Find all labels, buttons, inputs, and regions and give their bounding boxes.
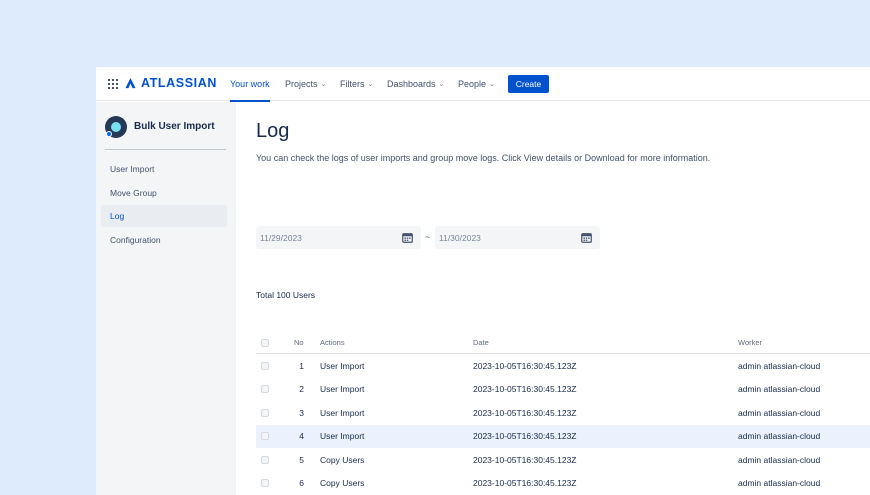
main-content: Log You can check the logs of user impor… xyxy=(256,102,870,495)
page-description: You can check the logs of user imports a… xyxy=(256,153,711,163)
row-action: User Import xyxy=(320,360,365,371)
row-no: 2 xyxy=(299,384,304,395)
chevron-down-icon: ⌄ xyxy=(489,81,495,88)
date-to-field[interactable]: 11/30/2023 xyxy=(435,226,600,249)
sidebar-item-label: Log xyxy=(110,211,125,221)
row-date: 2023-10-05T16:30:45.123Z xyxy=(473,454,577,465)
row-worker: admin atlassian-cloud xyxy=(738,407,821,418)
sidebar-item-label: User Import xyxy=(110,164,155,174)
row-no: 1 xyxy=(299,360,304,371)
row-select-cell xyxy=(261,401,269,425)
chevron-down-icon: ⌄ xyxy=(320,81,327,88)
nav-people[interactable]: People ⌄ xyxy=(458,67,495,101)
row-select-cell xyxy=(261,378,269,402)
select-all-cell xyxy=(261,332,269,353)
nav-projects-label: Projects xyxy=(285,79,318,89)
log-table: No Actions Date Worker 1 User Import 2023-… xyxy=(256,332,870,495)
row-action: Copy Users xyxy=(320,478,365,489)
app-window: ATLASSIAN Your work Projects ⌄ Filters ⌄… xyxy=(96,67,870,495)
row-select-cell xyxy=(261,448,269,472)
app-switcher-icon[interactable] xyxy=(108,79,118,89)
sidebar-item-label: Move Group xyxy=(110,188,157,198)
nav-people-label: People xyxy=(458,79,487,89)
row-date: 2023-10-05T16:30:45.123Z xyxy=(473,407,577,418)
sidebar-app-name: Bulk User Import xyxy=(134,121,215,132)
table-row[interactable]: 3 User Import 2023-10-05T16:30:45.123Z admi… xyxy=(256,401,870,425)
select-all-checkbox[interactable] xyxy=(261,338,269,347)
table-row[interactable]: 2 User Import 2023-10-05T16:30:45.123Z admi… xyxy=(256,378,870,402)
table-row[interactable]: 1 User Import 2023-10-05T16:30:45.123Z admi… xyxy=(256,354,870,378)
header-date: Date xyxy=(473,338,489,347)
row-worker: admin atlassian-cloud xyxy=(738,360,821,371)
row-worker: admin atlassian-cloud xyxy=(738,384,821,395)
sidebar-divider xyxy=(105,149,226,150)
nav-projects[interactable]: Projects ⌄ xyxy=(285,67,326,101)
row-no: 4 xyxy=(299,431,304,442)
nav-your-work[interactable]: Your work xyxy=(230,67,270,102)
table-header: No Actions Date Worker xyxy=(256,332,870,354)
date-to-value: 11/30/2023 xyxy=(439,232,481,243)
calendar-icon[interactable] xyxy=(581,232,592,243)
header-worker: Worker xyxy=(738,338,763,347)
sidebar-item-user-import[interactable]: User Import xyxy=(101,158,227,180)
sidebar-item-configuration[interactable]: Configuration xyxy=(101,229,227,251)
nav-your-work-label: Your work xyxy=(230,79,270,89)
row-action: User Import xyxy=(320,384,365,395)
nav-dashboards-label: Dashboards xyxy=(387,79,436,89)
row-checkbox[interactable] xyxy=(261,432,269,441)
row-checkbox[interactable] xyxy=(261,455,269,464)
row-select-cell xyxy=(261,425,269,449)
table-body: 1 User Import 2023-10-05T16:30:45.123Z admi… xyxy=(256,354,870,495)
row-date: 2023-10-05T16:30:45.123Z xyxy=(473,478,577,489)
row-checkbox[interactable] xyxy=(261,408,269,417)
header-no: No xyxy=(294,338,304,347)
row-action: User Import xyxy=(320,431,365,442)
nav-filters-label: Filters xyxy=(340,79,365,89)
calendar-icon[interactable] xyxy=(402,232,413,243)
row-no: 6 xyxy=(299,478,304,489)
atlassian-logo[interactable]: ATLASSIAN xyxy=(125,76,217,90)
table-row[interactable]: 4 User Import 2023-10-05T16:30:45.123Z admi… xyxy=(256,424,870,449)
sidebar-item-log[interactable]: Log xyxy=(101,205,227,227)
nav-filters[interactable]: Filters ⌄ xyxy=(340,67,373,101)
row-worker: admin atlassian-cloud xyxy=(738,431,821,442)
row-no: 5 xyxy=(299,454,304,465)
table-row[interactable]: 6 Copy Users 2023-10-05T16:30:45.123Z admin… xyxy=(256,472,870,495)
date-range-separator: ~ xyxy=(425,232,431,242)
bulk-user-import-app-icon xyxy=(105,116,127,138)
atlassian-mark-icon xyxy=(125,77,136,88)
row-worker: admin atlassian-cloud xyxy=(738,454,821,465)
chevron-down-icon: ⌄ xyxy=(367,81,374,88)
row-date: 2023-10-05T16:30:45.123Z xyxy=(473,431,577,442)
sidebar-item-label: Configuration xyxy=(110,235,161,245)
sidebar-item-move-group[interactable]: Move Group xyxy=(101,182,227,204)
top-navigation: ATLASSIAN Your work Projects ⌄ Filters ⌄… xyxy=(96,67,870,102)
sidebar: Bulk User Import User Import Move Group … xyxy=(96,102,236,495)
row-action: User Import xyxy=(320,407,365,418)
row-select-cell xyxy=(261,472,269,495)
chevron-down-icon: ⌄ xyxy=(438,81,445,88)
row-select-cell xyxy=(261,354,269,378)
row-worker: admin atlassian-cloud xyxy=(738,478,821,489)
row-checkbox[interactable] xyxy=(261,361,269,370)
create-button[interactable]: Create xyxy=(508,75,549,93)
row-no: 3 xyxy=(299,407,304,418)
date-from-field[interactable]: 11/29/2023 xyxy=(256,226,421,249)
row-date: 2023-10-05T16:30:45.123Z xyxy=(473,384,577,395)
row-checkbox[interactable] xyxy=(261,479,269,488)
header-actions: Actions xyxy=(320,338,345,347)
nav-dashboards[interactable]: Dashboards ⌄ xyxy=(387,67,444,101)
table-row[interactable]: 5 Copy Users 2023-10-05T16:30:45.123Z admin… xyxy=(256,448,870,472)
row-action: Copy Users xyxy=(320,454,365,465)
total-count: Total 100 Users xyxy=(256,290,316,300)
logo-text: ATLASSIAN xyxy=(141,76,217,90)
page-title: Log xyxy=(256,120,290,142)
row-date: 2023-10-05T16:30:45.123Z xyxy=(473,360,577,371)
date-from-value: 11/29/2023 xyxy=(260,232,302,243)
row-checkbox[interactable] xyxy=(261,385,269,394)
